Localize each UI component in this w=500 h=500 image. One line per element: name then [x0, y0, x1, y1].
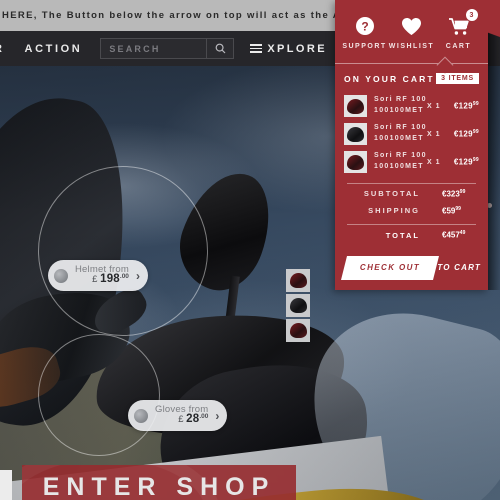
helmet-icon — [289, 298, 307, 313]
enter-shop-label: ENTER SHOP — [42, 472, 276, 500]
cart-item-qty: X 1 — [427, 130, 441, 138]
cart-subtotal-label: SUBTOTAL — [363, 189, 420, 199]
cart-item-thumbnail — [344, 151, 367, 173]
cart-item-thumbnail — [344, 123, 367, 145]
cart-item-thumbnail — [344, 95, 367, 117]
cart-item-qty: X 1 — [427, 102, 441, 110]
cart-count-badge: 3 — [465, 9, 478, 21]
hotspot-gloves-currency: £ — [178, 414, 184, 426]
search-input[interactable] — [101, 38, 207, 59]
search-icon — [215, 43, 226, 54]
cart-item-name: Sori RF 100 — [374, 152, 427, 160]
page-root: HERE, The Button below the arrow on top … — [0, 0, 500, 500]
cart-actions: CHECK OUT GO TO CART — [335, 255, 488, 290]
cart-label: CART — [445, 43, 472, 50]
cart-line-item[interactable]: Sori RF 100 100100MET X 1 €12999 — [335, 148, 488, 176]
hotspot-helmet-amount: 198 — [100, 273, 120, 286]
product-thumbnail[interactable] — [286, 269, 310, 292]
hotspot-gloves[interactable]: Gloves from £ 28.00 › — [128, 400, 228, 431]
search-button[interactable] — [206, 39, 233, 58]
announcement-text: HERE, The Button below the arrow on top … — [2, 10, 371, 21]
support-label: SUPPORT — [342, 43, 387, 50]
cart-item-sku: 100100MET — [374, 135, 424, 142]
cart-items-badge: 3 ITEMS — [436, 73, 479, 84]
cart-item-name: Sori RF 100 — [374, 96, 427, 104]
helmet-icon — [289, 323, 307, 338]
product-thumbnail[interactable] — [286, 319, 310, 342]
explore-menu-button[interactable]: XPLORE — [250, 43, 327, 55]
cart-item-qty: X 1 — [427, 158, 441, 166]
cart-item-price: €12999 — [453, 101, 479, 111]
cart-item-sku: 100100MET — [374, 163, 424, 170]
cart-total-row: TOTAL €45749 — [335, 225, 488, 242]
wishlist-button[interactable]: WISHLIST — [389, 14, 435, 50]
chevron-right-icon[interactable]: › — [136, 269, 144, 283]
cart-shipping-row: SHIPPING €5999 — [335, 201, 488, 218]
hotspot-gloves-amount: 28 — [186, 413, 200, 426]
support-button[interactable]: ? SUPPORT — [342, 14, 388, 50]
question-mark-icon: ? — [355, 14, 375, 38]
nav-item-gear[interactable]: R — [0, 43, 15, 55]
cart-subtotal-value: €32399 — [442, 189, 466, 199]
cart-button[interactable]: 3 CART — [436, 9, 482, 50]
hotspot-dot-icon — [134, 408, 148, 423]
cart-panel-corner — [487, 0, 500, 62]
hotspot-ring-helmet — [38, 166, 208, 336]
hotspot-gloves-cents: .00 — [199, 413, 209, 421]
hamburger-icon — [250, 44, 263, 53]
helmet-icon — [347, 126, 364, 142]
hotspot-helmet-currency: £ — [92, 274, 98, 286]
hotspot-helmet[interactable]: Helmet from £ 198.00 › — [48, 260, 148, 291]
cart-total-value: €45749 — [442, 230, 466, 240]
cart-divider-notch — [335, 59, 488, 67]
explore-label: XPLORE — [267, 42, 327, 55]
cart-item-price: €12999 — [453, 157, 479, 167]
cart-item-name: Sori RF 100 — [374, 124, 427, 132]
cart-panel-icons: ? SUPPORT WISHLIST 3 CART — [335, 0, 488, 50]
product-thumbnail-strip — [286, 269, 310, 342]
cart-shipping-value: €5999 — [442, 205, 461, 216]
cart-subtotal-row: SUBTOTAL €32399 — [335, 184, 488, 201]
cart-line-item[interactable]: Sori RF 100 100100MET X 1 €12999 — [335, 92, 488, 120]
cart-item-sku: 100100MET — [374, 107, 424, 114]
nav-item-action[interactable]: ACTION — [15, 43, 93, 55]
cart-total-label: TOTAL — [385, 230, 420, 240]
hotspot-ring-gloves — [38, 334, 160, 456]
nav-pointer-notch — [55, 31, 73, 39]
helmet-icon — [289, 273, 307, 288]
cart-shipping-label: SHIPPING — [368, 205, 420, 215]
cart-panel: ? SUPPORT WISHLIST 3 CART ON YOUR CART 3… — [335, 0, 488, 290]
product-thumbnail[interactable] — [286, 294, 310, 317]
helmet-icon — [347, 98, 364, 114]
chevron-right-icon[interactable]: › — [215, 409, 223, 423]
enter-shop-button[interactable]: ENTER SHOP — [22, 465, 296, 500]
cart-item-price: €12999 — [453, 129, 479, 139]
cart-heading-row: ON YOUR CART 3 ITEMS — [335, 67, 488, 92]
svg-text:?: ? — [361, 20, 368, 34]
enter-shop-left-stub — [0, 470, 12, 500]
wishlist-label: WISHLIST — [388, 43, 435, 50]
heart-icon — [401, 14, 422, 38]
hotspot-helmet-cents: .00 — [119, 273, 129, 281]
hotspot-dot-icon — [54, 268, 68, 283]
go-to-cart-button[interactable]: GO TO CART — [419, 256, 481, 280]
search-box[interactable] — [100, 38, 235, 59]
cart-line-item[interactable]: Sori RF 100 100100MET X 1 €12999 — [335, 120, 488, 148]
helmet-icon — [347, 154, 364, 170]
cart-heading: ON YOUR CART — [344, 73, 435, 84]
